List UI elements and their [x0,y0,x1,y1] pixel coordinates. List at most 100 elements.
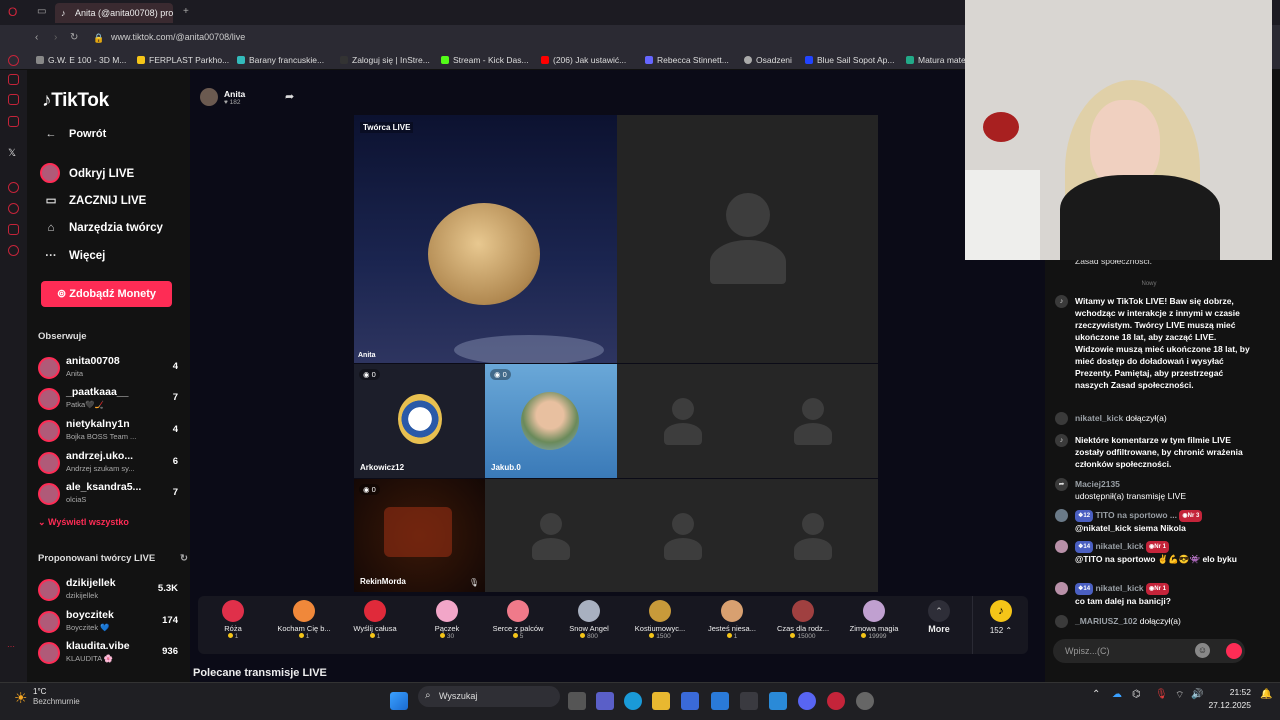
network-icon[interactable]: ⌬ [1132,689,1141,700]
tiktok-logo[interactable]: ♪TikTok [42,90,109,112]
following-item[interactable]: anita00708 Anita 4 [38,354,178,382]
chat-username[interactable]: nikatel_kick [1075,413,1123,423]
bookmark-item[interactable]: (206) Jak ustawić... [541,50,626,70]
messenger-icon[interactable] [8,55,19,66]
reload-icon[interactable]: ↻ [70,28,78,48]
settings-icon[interactable] [8,245,19,256]
avatar[interactable] [1055,582,1068,595]
volume-icon[interactable]: 🔊 [1191,689,1203,700]
file-explorer-icon[interactable] [652,692,670,710]
mail-icon[interactable] [8,94,19,105]
chat-username[interactable]: _MARIUSZ_102 [1075,616,1137,626]
following-item[interactable]: ale_ksandra5... olciaS 7 [38,480,178,508]
clock-icon[interactable] [8,203,19,214]
chat-username[interactable]: Maciej2135 [1075,478,1250,490]
chat-username[interactable]: nikatel_kick [1095,583,1143,593]
steam-icon[interactable] [856,692,874,710]
gift-item[interactable]: Wyślij całusa 1 [340,596,410,640]
avatar[interactable] [1055,615,1068,628]
refresh-icon[interactable]: ↻ [180,553,188,564]
creator-video-tile[interactable]: Twórca LIVE Anita [354,115,617,363]
bookmark-item[interactable]: G.W. E 100 - 3D M... [36,50,126,70]
suggested-item[interactable]: boyczitek Boyczitek 💙 174 [38,608,178,636]
guest-slot-empty[interactable] [748,479,878,592]
following-item[interactable]: andrzej.uko... Andrzej szukam sy... 6 [38,449,178,477]
gift-item[interactable]: Kostiumowyc... 1500 [625,596,695,640]
bookmark-item[interactable]: Stream - Kick Das... [441,50,529,70]
more-dots-icon[interactable]: ⋯ [7,642,15,651]
guest-tile[interactable]: ◉ 0 RekinMorda 🎙 [354,479,485,592]
like-heart-button[interactable] [1226,643,1242,659]
opera-icon[interactable] [827,692,845,710]
bookmark-item[interactable]: Blue Sail Sopot Ap... [805,50,895,70]
notification-icon[interactable]: 🔔 [1260,689,1272,700]
gift-item[interactable]: Jesteś niesa... 1 [697,596,767,640]
nav-more[interactable]: ··· Więcej [42,250,105,262]
back-arrow-icon[interactable]: ‹ [35,28,38,48]
edge-icon[interactable] [624,692,642,710]
task-view-icon[interactable] [568,692,586,710]
windows-start-icon[interactable] [390,692,408,710]
avatar[interactable] [1055,509,1068,522]
suggested-item[interactable]: dzikijellek dzikijellek 5.3K [38,576,178,604]
show-all-link[interactable]: ⌄ Wyświetl wszystko [38,517,129,528]
bookmark-item[interactable]: Rebecca Stinnett... [645,50,729,70]
chat-input[interactable]: Wpisz...(C) [1053,639,1245,663]
get-coins-button[interactable]: ⊚ Zdobądź Monety [41,281,172,307]
emoji-icon[interactable]: ☺ [1195,643,1210,658]
following-item[interactable]: _paatkaaa__ Patka🖤🏒 7 [38,385,178,413]
more-gifts-button[interactable]: ⌃ More [904,596,974,634]
new-tab-icon[interactable]: + [183,2,189,22]
weather-icon[interactable]: ☀ [14,689,27,707]
gift-item[interactable]: Czas dla rodz... 15000 [768,596,838,640]
back-link[interactable]: ← Powrót [42,128,107,140]
chat-username[interactable]: nikatel_kick [1095,541,1143,551]
share-icon[interactable]: ➦ [285,90,294,103]
tab-grid-icon[interactable]: ▭ [37,2,46,22]
bookmark-item[interactable]: FERPLAST Parkho... [137,50,229,70]
clock[interactable]: 21:52 27.12.2025 [1207,686,1251,712]
opera-logo-icon[interactable]: O [8,2,17,22]
guest-slot-empty[interactable] [617,479,748,592]
mail-icon[interactable] [711,692,729,710]
instagram-icon[interactable] [8,74,19,85]
bookmark-item[interactable]: Barany francuskie... [237,50,324,70]
nav-go-live[interactable]: ▭ ZACZNIJ LIVE [42,193,147,207]
bookmark-item[interactable]: Osadzeni [744,50,792,70]
history-icon[interactable] [8,182,19,193]
guest-slot-empty[interactable] [485,479,617,592]
music-icon[interactable] [8,116,19,127]
tab-active[interactable]: ♪ Anita (@anita00708) pro [55,3,173,23]
gift-item[interactable]: Serce z palców 5 [483,596,553,640]
search-box[interactable]: ⌕ Wyszukaj [418,686,560,707]
gift-item[interactable]: Snow Angel 800 [554,596,624,640]
chevron-up-icon[interactable]: ⌃ [1092,689,1100,700]
app-icon[interactable] [769,692,787,710]
following-item[interactable]: nietykalny1n Bojka BOSS Team ... 4 [38,417,178,445]
discord-icon[interactable] [798,692,816,710]
coin-balance[interactable]: ♪ 152 ⌃ [974,596,1028,635]
guest-tile[interactable]: ◉ 0 Jakub.0 [485,364,617,478]
gift-item[interactable]: Zimowa magia 19999 [839,596,909,640]
guest-slot-empty[interactable] [617,364,748,478]
forward-arrow-icon[interactable]: › [54,28,57,48]
store-icon[interactable] [681,692,699,710]
app-icon[interactable] [740,692,758,710]
extensions-icon[interactable] [8,224,19,235]
url-field[interactable]: www.tiktok.com/@anita00708/live [111,25,245,50]
avatar[interactable] [1055,412,1068,425]
avatar[interactable] [1055,540,1068,553]
x-icon[interactable]: 𝕏 [8,148,16,159]
guest-slot-empty[interactable] [617,115,878,363]
guest-tile[interactable]: ◉ 0 Arkowicz12 [354,364,485,478]
onedrive-icon[interactable]: ☁ [1112,689,1122,700]
guest-slot-empty[interactable] [748,364,878,478]
gift-item[interactable]: Pączek 30 [412,596,482,640]
gift-item[interactable]: Róża 1 [198,596,268,640]
nav-discover-live[interactable]: Odkryj LIVE [40,163,134,183]
chat-username[interactable]: TITO na sportowo ... [1095,510,1177,520]
bookmark-item[interactable]: Matura mate [906,50,966,70]
gift-item[interactable]: Kocham Cię b... 1 [269,596,339,640]
wifi-icon[interactable]: ⌔ [1175,689,1184,702]
microphone-icon[interactable]: 🎙 [1155,689,1168,700]
